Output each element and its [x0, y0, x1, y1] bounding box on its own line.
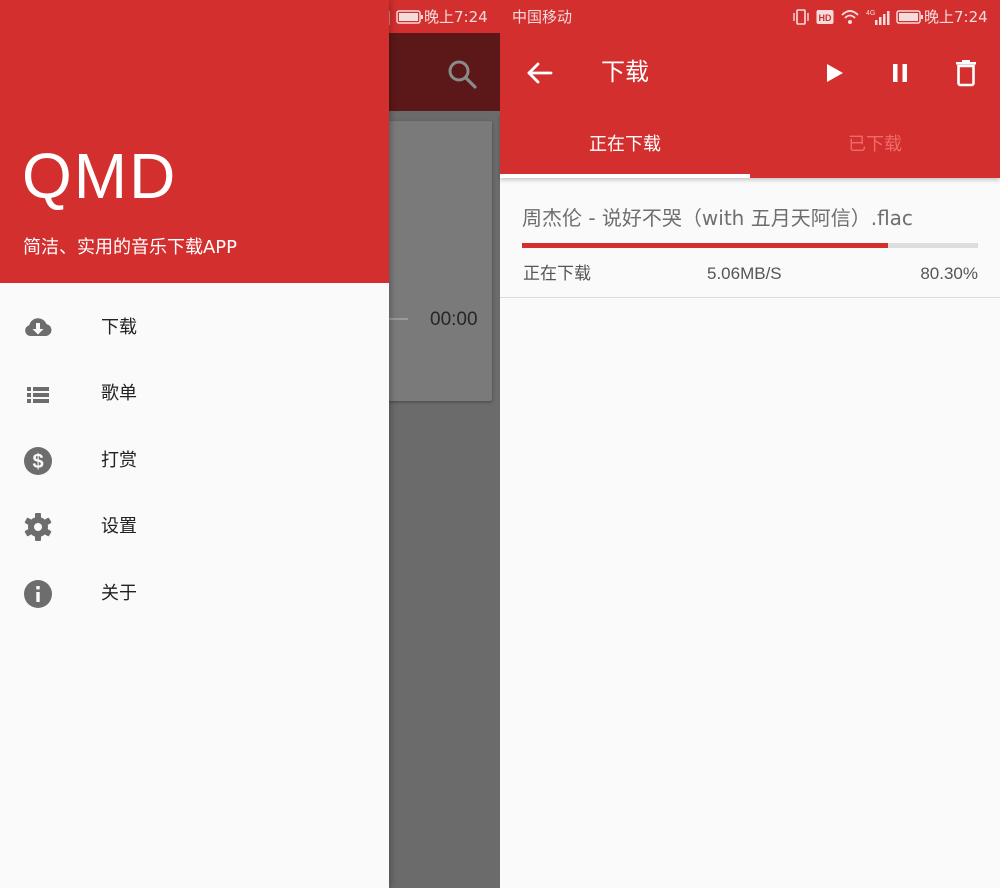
battery-icon: [896, 10, 923, 24]
wifi-icon: [841, 10, 859, 24]
signal-4g-icon: 4G: [866, 10, 890, 25]
clock-label: 晚上7:24: [424, 8, 488, 26]
info-icon: [24, 580, 52, 608]
nav-item-label: 关于: [101, 583, 137, 604]
dollar-icon: $: [24, 447, 52, 475]
svg-text:HD: HD: [819, 13, 832, 23]
carrier-label: 中国移动: [512, 8, 573, 26]
download-list-item[interactable]: 周杰伦 - 说好不哭（with 五月天阿信）.flac 正在下载 5.06MB/…: [500, 180, 1000, 298]
tab-indicator: [500, 174, 750, 178]
nav-item-donate[interactable]: $ 打赏: [0, 428, 389, 494]
list-icon: [27, 387, 49, 403]
nav-item-label: 设置: [101, 516, 137, 537]
background-time: 00:00: [430, 309, 478, 330]
background-player-card: [388, 121, 492, 401]
right-screen: 中国移动 HD 4G 晚上7:24 下载 正在下载 已下载 周杰伦 - 说好不哭…: [500, 0, 1000, 888]
background-toolbar: [388, 33, 500, 111]
clock-label: 晚上7:24: [924, 8, 988, 26]
file-name: 周杰伦 - 说好不哭（with 五月天阿信）.flac: [522, 206, 913, 230]
nav-item-download[interactable]: 下载: [0, 295, 389, 361]
tab-downloading[interactable]: 正在下载: [500, 113, 750, 178]
search-icon[interactable]: [446, 58, 478, 90]
navigation-drawer: QMD 简洁、实用的音乐下载APP 下载 歌单 $ 打赏 设置 关于: [0, 0, 389, 888]
vibrate-icon: [793, 9, 809, 25]
svg-text:$: $: [32, 451, 43, 473]
download-progress-bar: [522, 243, 978, 248]
download-speed: 5.06MB/S: [707, 264, 782, 283]
back-arrow-icon[interactable]: [524, 57, 556, 89]
status-icons: HD 4G: [792, 8, 924, 26]
app-name: QMD: [22, 140, 178, 212]
pause-icon[interactable]: [884, 57, 916, 89]
nav-item-about[interactable]: 关于: [0, 561, 389, 627]
hd-icon: HD: [816, 10, 834, 24]
nav-item-label: 歌单: [101, 383, 137, 404]
delete-icon[interactable]: [950, 57, 982, 89]
battery-icon: [396, 10, 423, 24]
download-percent: 80.30%: [920, 264, 978, 283]
gear-icon: [24, 513, 52, 541]
svg-text:4G: 4G: [866, 10, 875, 17]
drawer-header: QMD 简洁、实用的音乐下载APP: [0, 0, 389, 283]
status-bar: 中国移动 HD 4G 晚上7:24: [500, 0, 1000, 33]
nav-item-settings[interactable]: 设置: [0, 494, 389, 560]
tab-downloaded[interactable]: 已下载: [750, 113, 1000, 178]
nav-item-label: 下载: [101, 317, 137, 338]
app-tagline: 简洁、实用的音乐下载APP: [23, 237, 238, 258]
play-icon[interactable]: [818, 57, 850, 89]
tab-bar: 正在下载 已下载: [500, 113, 1000, 178]
cloud-download-icon: [25, 318, 52, 336]
nav-item-playlist[interactable]: 歌单: [0, 361, 389, 427]
download-status: 正在下载: [523, 264, 591, 284]
left-screen: 00:00 中国移动 HD 4G 晚上7:24 QMD 简洁、实用的音乐下载AP…: [0, 0, 500, 888]
page-title: 下载: [601, 58, 649, 86]
background-seekbar: [388, 318, 408, 320]
nav-item-label: 打赏: [101, 450, 137, 471]
app-bar: 下载: [500, 33, 1000, 113]
download-progress-fill: [522, 243, 889, 248]
